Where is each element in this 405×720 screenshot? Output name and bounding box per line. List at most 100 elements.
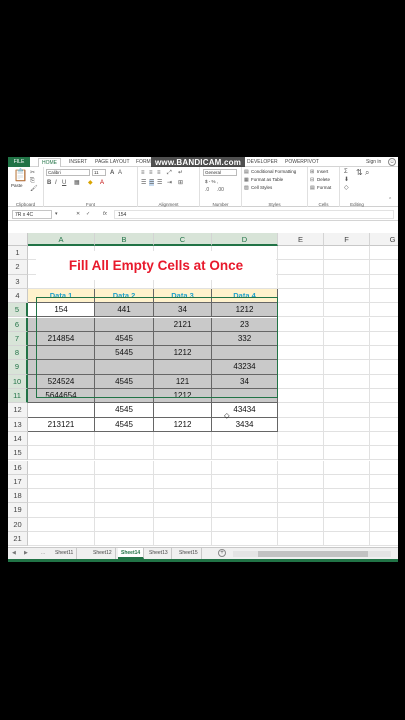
row-header-2[interactable]: 2 <box>8 260 28 275</box>
empty-cell[interactable] <box>212 503 278 518</box>
paste-icon[interactable]: 📋 <box>13 169 28 181</box>
insert-cells-button[interactable]: Insert <box>317 169 328 175</box>
conditional-formatting-icon[interactable]: ▤ <box>244 169 249 175</box>
table-cell[interactable] <box>95 317 154 332</box>
table-cell[interactable]: 34 <box>212 374 278 389</box>
empty-cell[interactable] <box>95 517 154 532</box>
empty-cell[interactable] <box>154 431 212 447</box>
table-cell[interactable] <box>28 346 95 361</box>
empty-cell[interactable] <box>370 446 398 461</box>
empty-cell[interactable] <box>324 303 370 318</box>
paste-button[interactable]: Paste <box>11 183 23 189</box>
prev-sheet-icon[interactable]: ◀ <box>12 550 16 556</box>
row-header-10[interactable]: 10 <box>8 374 28 389</box>
align-top-icon[interactable]: ≡ <box>141 170 145 176</box>
table-cell[interactable] <box>212 346 278 361</box>
font-size-select[interactable]: 11 <box>92 169 106 176</box>
row-header-19[interactable]: 19 <box>8 503 28 518</box>
empty-cell[interactable] <box>370 275 398 289</box>
empty-cell[interactable] <box>324 374 370 389</box>
empty-cell[interactable] <box>370 318 398 332</box>
empty-cell[interactable] <box>28 503 95 518</box>
sheet-tab-sheet14[interactable]: Sheet14 <box>118 548 145 559</box>
table-cell[interactable]: 1212 <box>154 417 212 432</box>
empty-cell[interactable] <box>28 532 95 547</box>
fill-icon[interactable]: ⬇ <box>344 177 349 183</box>
row-header-21[interactable]: 21 <box>8 532 28 547</box>
table-cell[interactable] <box>154 360 212 375</box>
tab-file[interactable]: FILE <box>8 157 30 167</box>
empty-cell[interactable] <box>278 274 324 289</box>
delete-cells-button[interactable]: Delete <box>317 177 330 183</box>
table-cell[interactable]: 213121 <box>28 417 95 432</box>
table-cell[interactable]: 1212 <box>154 389 212 404</box>
empty-cell[interactable] <box>28 517 95 532</box>
format-painter-icon[interactable]: 🖌 <box>30 186 38 192</box>
row-header-18[interactable]: 18 <box>8 489 28 504</box>
select-all-corner[interactable] <box>8 233 28 246</box>
copy-icon[interactable]: ⎘ <box>30 178 35 184</box>
conditional-formatting-button[interactable]: Conditional Formatting <box>251 169 296 175</box>
sheet-tab-sheet13[interactable]: Sheet13 <box>146 548 172 559</box>
cut-icon[interactable]: ✂ <box>30 170 35 176</box>
table-header-cell[interactable]: Data 2 <box>95 288 154 304</box>
empty-cell[interactable] <box>324 446 370 461</box>
table-cell[interactable]: 5644654 <box>28 389 95 404</box>
empty-cell[interactable] <box>324 317 370 332</box>
row-header-20[interactable]: 20 <box>8 517 28 532</box>
empty-cell[interactable] <box>154 446 212 461</box>
table-header-cell[interactable]: Data 3 <box>154 288 212 304</box>
row-header-1[interactable]: 1 <box>8 246 28 261</box>
empty-cell[interactable] <box>370 475 398 490</box>
cell-styles-button[interactable]: Cell Styles <box>251 185 272 191</box>
empty-cell[interactable] <box>324 417 370 432</box>
next-sheet-icon[interactable]: ▶ <box>24 550 28 556</box>
row-header-13[interactable]: 13 <box>8 417 28 432</box>
indent-icon[interactable]: ⇥ <box>167 180 172 186</box>
table-cell[interactable]: 332 <box>212 331 278 347</box>
active-cell[interactable]: 154 <box>28 303 95 318</box>
empty-cell[interactable] <box>278 489 324 504</box>
align-bottom-icon[interactable]: ≡ <box>157 170 161 176</box>
empty-cell[interactable] <box>278 346 324 361</box>
empty-cell[interactable] <box>370 503 398 518</box>
empty-cell[interactable] <box>278 317 324 332</box>
font-color-icon[interactable]: A <box>100 180 104 186</box>
table-cell[interactable]: 23 <box>212 317 278 332</box>
empty-cell[interactable] <box>212 474 278 490</box>
empty-cell[interactable] <box>278 503 324 518</box>
table-cell[interactable]: 4545 <box>95 403 154 418</box>
table-cell[interactable] <box>212 389 278 404</box>
autosum-icon[interactable]: Σ <box>344 169 348 175</box>
empty-cell[interactable] <box>324 246 370 261</box>
sheet-tab-sheet12[interactable]: Sheet12 <box>90 548 116 559</box>
row-header-14[interactable]: 14 <box>8 431 28 447</box>
table-cell[interactable]: 524524 <box>28 374 95 389</box>
empty-cell[interactable] <box>370 418 398 432</box>
table-cell[interactable] <box>154 403 212 418</box>
align-center-icon[interactable]: ☰ <box>149 180 155 186</box>
empty-cell[interactable] <box>324 403 370 418</box>
empty-cell[interactable] <box>278 417 324 432</box>
row-header-12[interactable]: 12 <box>8 403 28 418</box>
format-as-table-icon[interactable]: ▦ <box>244 177 249 183</box>
align-left-icon[interactable]: ☰ <box>141 180 146 186</box>
borders-icon[interactable]: ▦ <box>74 180 80 186</box>
smile-feedback-icon[interactable]: ☺ <box>388 158 396 166</box>
table-cell[interactable]: 121 <box>154 374 212 389</box>
tab-developer[interactable]: DEVELOPER <box>244 158 281 167</box>
table-cell[interactable]: 1212 <box>212 303 278 318</box>
column-header-c[interactable]: C <box>154 233 212 246</box>
table-cell[interactable]: 1212 <box>154 346 212 361</box>
empty-cell[interactable] <box>324 460 370 475</box>
cancel-entry-icon[interactable]: ✕ <box>76 211 80 217</box>
empty-cell[interactable] <box>95 503 154 518</box>
empty-cell[interactable] <box>370 489 398 504</box>
empty-cell[interactable] <box>212 517 278 532</box>
horizontal-scrollbar[interactable] <box>233 551 391 557</box>
empty-cell[interactable] <box>95 474 154 490</box>
empty-cell[interactable] <box>278 474 324 490</box>
empty-cell[interactable] <box>278 360 324 375</box>
table-cell[interactable]: 4545 <box>95 417 154 432</box>
empty-cell[interactable] <box>212 460 278 475</box>
